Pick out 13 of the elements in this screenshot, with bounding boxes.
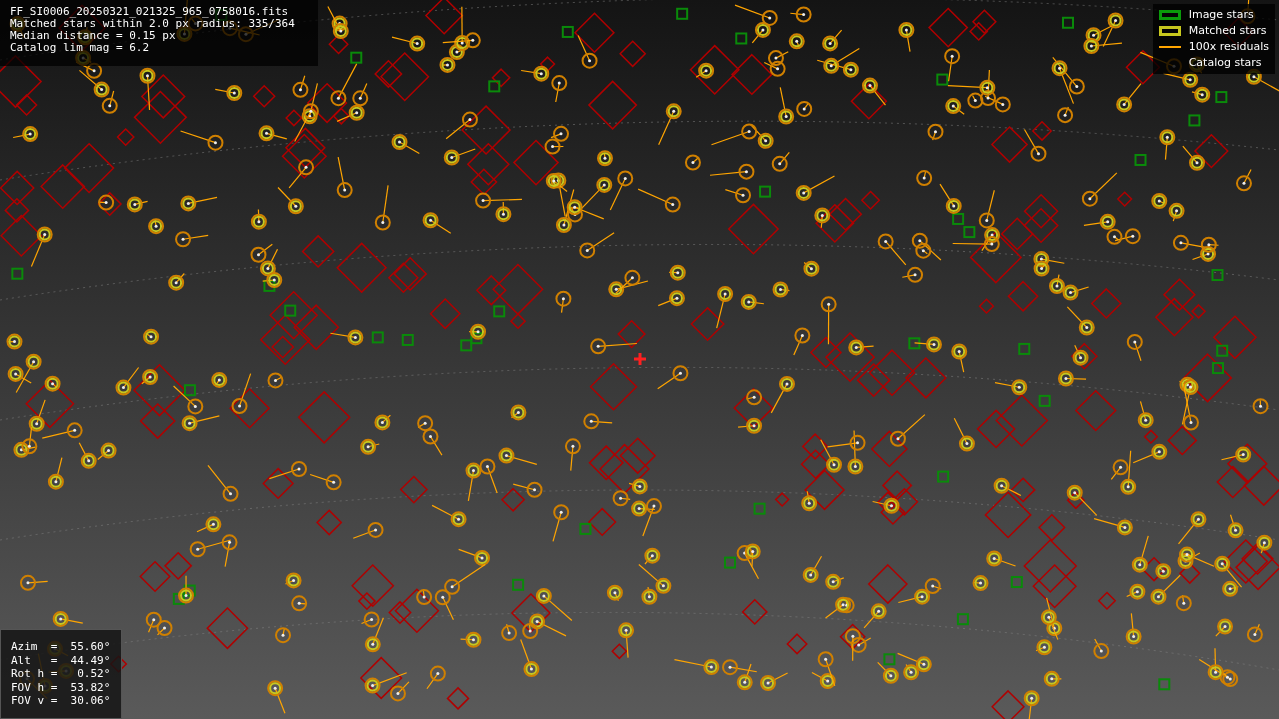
info-text: Median distance = 0.15 px	[10, 30, 176, 42]
pointing-text: Azim = 55.60°	[11, 640, 111, 654]
pointing-text: Rot h = 0.52°	[11, 667, 111, 681]
pointing-text: FOV h = 53.82°	[11, 680, 111, 694]
pointing-text: FOV v = 30.06°	[11, 694, 111, 708]
info-text: Catalog lim mag = 6.2	[10, 42, 150, 54]
info-text: FF_SI0006_20250321_021325_965_0758016.fits	[10, 6, 289, 18]
pointing-text: Alt = 44.49°	[11, 653, 111, 667]
legend-label: Matched stars	[1188, 22, 1267, 39]
legend-label: Catalog stars	[1188, 54, 1262, 71]
legend-label: Image stars	[1188, 6, 1254, 23]
info-text: Matched stars within 2.0 px radius: 335/364	[10, 18, 295, 30]
legend-label: 100x residuals	[1188, 38, 1269, 55]
